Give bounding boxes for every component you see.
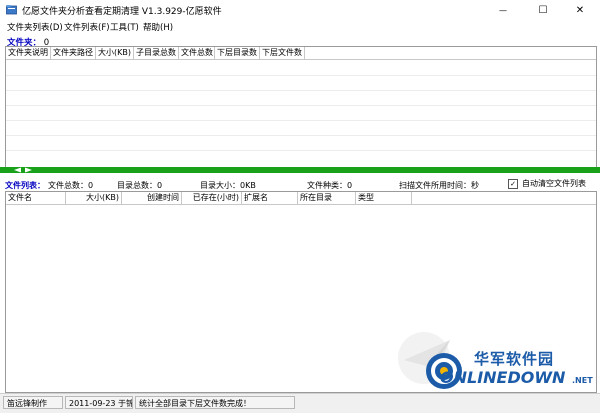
folder-col-path[interactable]: 文件夹路径 — [51, 47, 96, 59]
maximize-icon: ☐ — [538, 4, 548, 16]
menu-file-list[interactable]: 文件列表(F) — [64, 21, 110, 33]
file-col-name[interactable]: 文件名 — [6, 192, 66, 204]
file-col-size[interactable]: 大小(KB) — [66, 192, 122, 204]
folder-col-file-total[interactable]: 文件总数 — [179, 47, 215, 59]
menu-folder-list[interactable]: 文件夹列表(D) — [7, 21, 63, 33]
status-date: 2011-09-23 于锦芳 — [65, 396, 133, 409]
splitter-arrows-icon[interactable] — [12, 167, 34, 173]
scan-time-stat: 扫描文件所用时间：秒 — [399, 181, 479, 190]
minimize-icon: — — [499, 5, 507, 15]
file-table-header: 文件名 大小(KB) 创建时间 已存在(小时) 扩展名 所在目录 类型 — [6, 192, 596, 205]
watermark-brand-en: ONLINEDOWN — [440, 368, 566, 387]
app-icon — [6, 5, 17, 15]
auto-clear-label: 自动清空文件列表 — [522, 179, 586, 188]
folder-col-child-dirs[interactable]: 下层目录数 — [215, 47, 260, 59]
close-icon: ✕ — [575, 4, 585, 16]
checkmark-icon: ✓ — [510, 179, 516, 188]
auto-clear-checkbox[interactable]: ✓ — [508, 178, 518, 189]
status-message: 统计全部目录下层文件数完成！ — [135, 396, 295, 409]
folder-col-description[interactable]: 文件夹说明 — [6, 47, 51, 59]
file-types-stat: 文件种类：0 — [307, 181, 353, 190]
folder-table-header: 文件夹说明 文件夹路径 大小(KB) 子目录总数 文件总数 下层目录数 下层文件… — [6, 47, 596, 60]
window-title: 亿愿文件夹分析查看定期清理 V1.3.929-亿愿软件 — [22, 7, 222, 17]
file-col-type[interactable]: 类型 — [356, 192, 412, 204]
folder-table-row — [6, 75, 596, 76]
watermark-brand-cn: 华军软件园 — [474, 350, 555, 368]
file-list-label: 文件列表： — [5, 181, 45, 190]
folder-col-child-files[interactable]: 下层文件数 — [260, 47, 305, 59]
status-author: 笛远锋制作 — [3, 396, 63, 409]
file-col-extension[interactable]: 扩展名 — [242, 192, 298, 204]
maximize-button[interactable]: ☐ — [523, 0, 563, 20]
file-col-created[interactable]: 创建时间 — [122, 192, 182, 204]
watermark-brand-suffix: .NET — [572, 376, 593, 385]
file-col-directory[interactable]: 所在目录 — [298, 192, 356, 204]
dir-size-stat: 目录大小：0KB — [200, 181, 256, 190]
folder-table[interactable]: 文件夹说明 文件夹路径 大小(KB) 子目录总数 文件总数 下层目录数 下层文件… — [5, 46, 597, 168]
folder-table-row — [6, 135, 596, 136]
folder-table-row — [6, 150, 596, 151]
dir-total-stat: 目录总数：0 — [117, 181, 163, 190]
menu-tools[interactable]: 工具(T) — [110, 21, 139, 33]
folder-col-size[interactable]: 大小(KB) — [96, 47, 134, 59]
file-total-stat: 文件总数：0 — [48, 181, 94, 190]
folder-table-row — [6, 105, 596, 106]
auto-clear-option[interactable]: ✓ 自动清空文件列表 — [508, 178, 586, 189]
folder-table-row — [6, 90, 596, 91]
file-col-age-hours[interactable]: 已存在(小时) — [182, 192, 242, 204]
folder-col-subdir-total[interactable]: 子目录总数 — [134, 47, 179, 59]
minimize-button[interactable]: — — [483, 0, 523, 20]
folder-table-row — [6, 120, 596, 121]
close-button[interactable]: ✕ — [560, 0, 600, 20]
panel-splitter[interactable] — [0, 167, 600, 173]
menu-help[interactable]: 帮助(H) — [143, 21, 173, 33]
